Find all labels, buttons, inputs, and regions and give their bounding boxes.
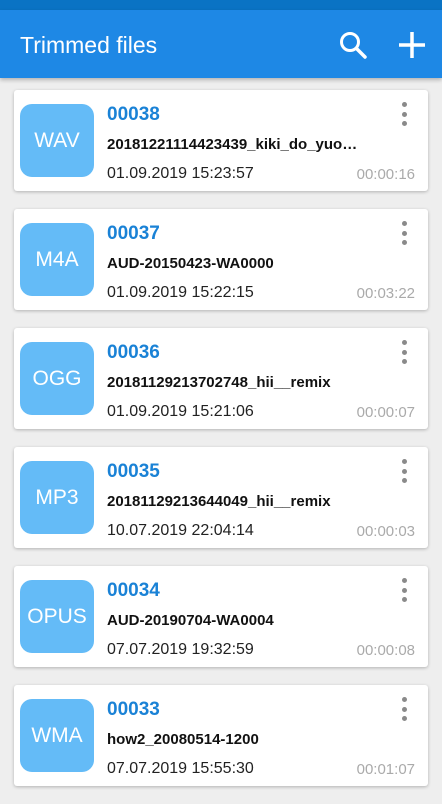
file-number: 00033	[107, 699, 160, 720]
file-card[interactable]: WAV 00038 20181221114423439_kiki_do_yuo……	[14, 90, 428, 191]
file-duration: 00:00:16	[356, 166, 415, 183]
more-vertical-icon[interactable]	[394, 457, 414, 485]
more-vertical-icon[interactable]	[394, 100, 414, 128]
format-badge: WMA	[20, 699, 94, 772]
file-card[interactable]: OGG 00036 20181129213702748_hii__remix 0…	[14, 328, 428, 429]
file-duration: 00:00:03	[356, 523, 415, 540]
file-duration: 00:01:07	[356, 761, 415, 778]
app-bar: Trimmed files	[0, 10, 442, 78]
file-card[interactable]: MP3 00035 20181129213644049_hii__remix 1…	[14, 447, 428, 548]
file-duration: 00:00:08	[356, 642, 415, 659]
plus-icon[interactable]	[396, 29, 428, 61]
file-name: AUD-20190704-WA0004	[107, 612, 274, 629]
file-date: 10.07.2019 22:04:14	[107, 522, 254, 539]
more-vertical-icon[interactable]	[394, 219, 414, 247]
file-date: 01.09.2019 15:21:06	[107, 403, 254, 420]
file-date: 01.09.2019 15:23:57	[107, 165, 254, 182]
format-badge: MP3	[20, 461, 94, 534]
format-badge: WAV	[20, 104, 94, 177]
file-card[interactable]: WMA 00033 how2_20080514-1200 07.07.2019 …	[14, 685, 428, 786]
file-name: how2_20080514-1200	[107, 731, 259, 748]
file-card[interactable]: M4A 00037 AUD-20150423-WA0000 01.09.2019…	[14, 209, 428, 310]
file-date: 07.07.2019 19:32:59	[107, 641, 254, 658]
more-vertical-icon[interactable]	[394, 576, 414, 604]
page-title: Trimmed files	[20, 32, 158, 58]
file-date: 01.09.2019 15:22:15	[107, 284, 254, 301]
status-bar	[0, 0, 442, 10]
format-badge: OPUS	[20, 580, 94, 653]
more-vertical-icon[interactable]	[394, 695, 414, 723]
file-number: 00038	[107, 104, 160, 125]
file-duration: 00:00:07	[356, 404, 415, 421]
format-badge: M4A	[20, 223, 94, 296]
file-number: 00037	[107, 223, 160, 244]
file-date: 07.07.2019 15:55:30	[107, 760, 254, 777]
file-name: 20181221114423439_kiki_do_yuo…	[107, 136, 358, 153]
file-number: 00035	[107, 461, 160, 482]
file-number: 00034	[107, 580, 160, 601]
file-list: WAV 00038 20181221114423439_kiki_do_yuo……	[14, 90, 428, 804]
search-icon[interactable]	[337, 29, 369, 61]
file-name: AUD-20150423-WA0000	[107, 255, 274, 272]
file-number: 00036	[107, 342, 160, 363]
more-vertical-icon[interactable]	[394, 338, 414, 366]
file-duration: 00:03:22	[356, 285, 415, 302]
file-name: 20181129213644049_hii__remix	[107, 493, 331, 510]
file-card[interactable]: OPUS 00034 AUD-20190704-WA0004 07.07.201…	[14, 566, 428, 667]
format-badge: OGG	[20, 342, 94, 415]
file-name: 20181129213702748_hii__remix	[107, 374, 331, 391]
